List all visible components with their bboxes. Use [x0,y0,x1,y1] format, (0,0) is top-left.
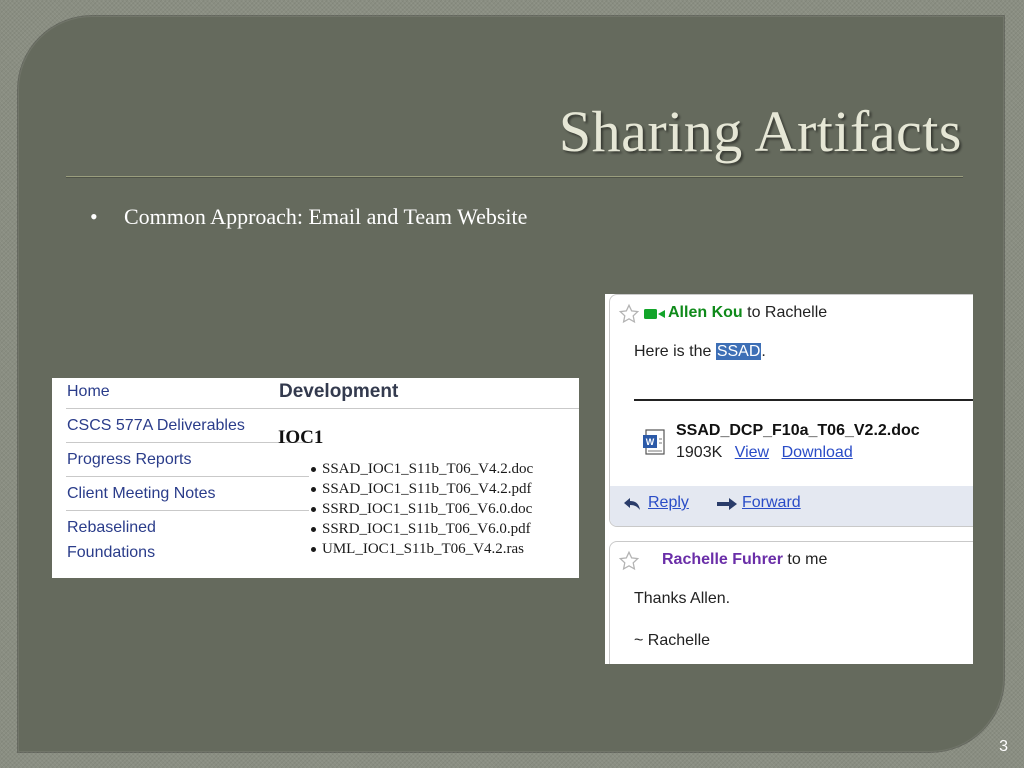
nav-link-progress-reports[interactable]: Progress Reports [66,443,309,477]
nav-link-home[interactable]: Home [66,378,309,409]
recipient-text: to Rachelle [742,304,828,321]
team-website-screenshot: Home CSCS 577A Deliverables Progress Rep… [52,378,579,578]
bullet-text: Common Approach: Email and Team Website [124,204,528,229]
bullet-item: • Common Approach: Email and Team Website [90,204,527,230]
video-chat-icon [644,309,665,319]
nav-link-client-meeting-notes[interactable]: Client Meeting Notes [66,477,309,511]
body-text: Here is the [634,343,716,360]
message-body-line: Thanks Allen. [634,590,731,607]
attachment-divider [634,399,973,401]
nav-link-rebaselined[interactable]: Rebaselined [66,511,309,540]
sender-name[interactable]: Allen Kou [668,304,743,321]
file-link[interactable]: SSAD_IOC1_S11b_T06_V4.2.doc [311,459,579,479]
message-header: Allen Kou to Rachelle [668,304,827,322]
reply-link[interactable]: Reply [648,494,689,512]
body-text-end: . [761,343,766,360]
site-main-content: Development IOC1 SSAD_IOC1_S11b_T06_V4.2… [278,378,579,559]
nav-link-deliverables[interactable]: CSCS 577A Deliverables [66,409,309,443]
email-thread-screenshot: Allen Kou to Rachelle Here is the SSAD. … [605,294,973,664]
reply-arrow-icon[interactable] [623,496,643,512]
star-icon[interactable] [618,303,640,325]
message-header: Rachelle Fuhrer to me [662,551,827,569]
svg-text:W: W [646,437,655,447]
attachment-meta: 1903K View Download [676,444,853,462]
message-actions-bar: Reply Forward [610,486,973,526]
download-link[interactable]: Download [782,444,853,461]
message-signature: ~ Rachelle [634,632,711,649]
view-link[interactable]: View [735,444,769,461]
subsection-title: IOC1 [278,427,324,448]
recipient-text: to me [782,551,828,568]
highlighted-text: SSAD [715,343,762,360]
attachment-size: 1903K [676,444,723,461]
file-list: SSAD_IOC1_S11b_T06_V4.2.doc SSAD_IOC1_S1… [278,459,579,559]
section-title: Development [278,378,579,409]
site-sidebar-nav: Home CSCS 577A Deliverables Progress Rep… [66,378,309,565]
forward-arrow-icon[interactable] [716,496,738,512]
slide-title: Sharing Artifacts [558,99,962,164]
email-message: Rachelle Fuhrer to me Thanks Allen. ~ Ra… [609,541,973,664]
message-body: Here is the SSAD. [634,343,766,361]
forward-link[interactable]: Forward [742,494,801,512]
title-divider [66,176,963,178]
slide-number: 3 [999,738,1008,755]
nav-link-foundations[interactable]: Foundations [66,540,309,565]
file-link[interactable]: UML_IOC1_S11b_T06_V4.2.ras [311,539,579,559]
bullet-marker: • [90,204,98,229]
file-link[interactable]: SSAD_IOC1_S11b_T06_V4.2.pdf [311,479,579,499]
word-document-icon: W [643,429,665,455]
file-link[interactable]: SSRD_IOC1_S11b_T06_V6.0.pdf [311,519,579,539]
file-link[interactable]: SSRD_IOC1_S11b_T06_V6.0.doc [311,499,579,519]
star-icon[interactable] [618,550,640,572]
email-message: Allen Kou to Rachelle Here is the SSAD. … [609,294,973,527]
sender-name[interactable]: Rachelle Fuhrer [662,551,783,568]
attachment-name: SSAD_DCP_F10a_T06_V2.2.doc [676,422,920,439]
